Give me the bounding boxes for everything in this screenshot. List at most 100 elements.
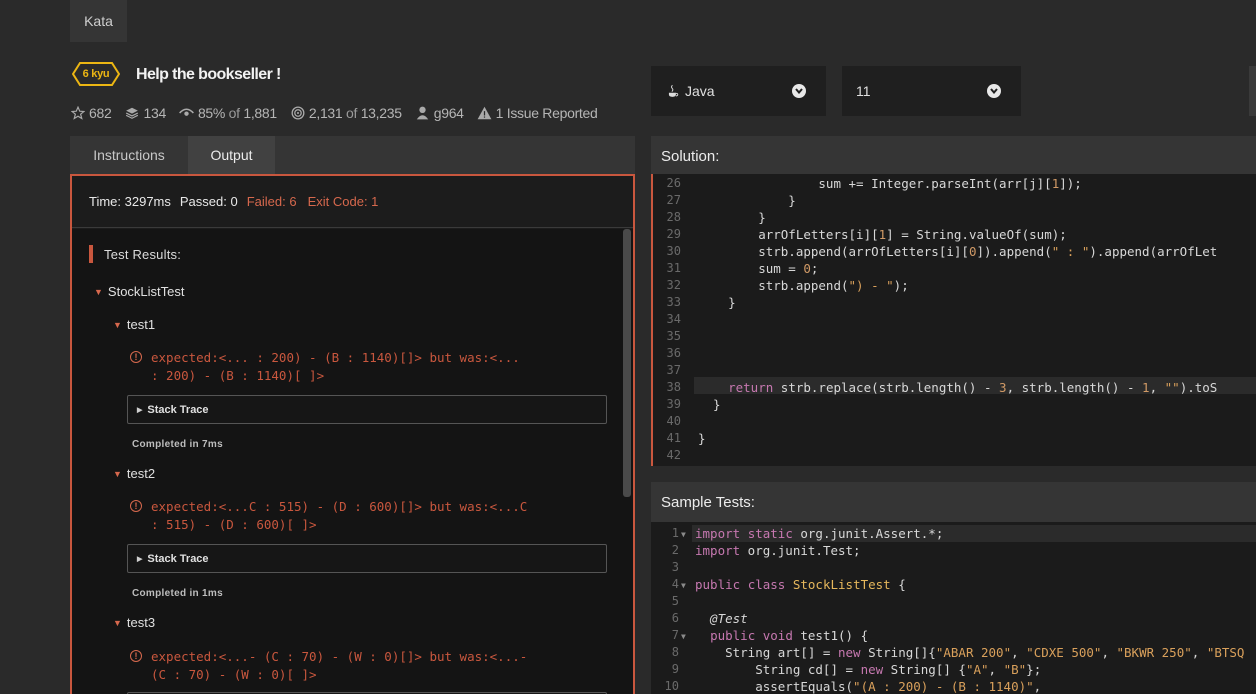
code-line: arrOfLetters[i][1] = String.valueOf(sum)… — [698, 227, 1067, 242]
stack-trace-toggle[interactable]: ▶ Stack Trace — [127, 395, 607, 424]
version-select[interactable]: 11 — [842, 66, 1021, 116]
code-line: } — [698, 193, 796, 208]
line-number: 10 — [664, 679, 679, 693]
version-value: 11 — [856, 83, 871, 99]
line-number: 32 — [666, 278, 681, 292]
test-node-2[interactable]: ▼ test2 — [113, 466, 155, 481]
line-number: 4 — [671, 577, 679, 591]
code-line: String cd[] = new String[] {"A", "B"}; — [695, 662, 1042, 677]
line-number: 42 — [666, 448, 681, 462]
caret-right-icon: ▶ — [137, 555, 143, 563]
test-results: Test Results: ▼ StockListTest ▼ test1 ! … — [72, 229, 633, 694]
stack-icon — [124, 105, 140, 121]
toolbar-button-edge[interactable] — [1249, 66, 1256, 116]
sample-tests-editor[interactable]: 1 2 3 4 5 6 7 8 9 10 ▼ ▼ ▼ import static… — [651, 522, 1256, 694]
satisfaction-pct: 85% — [197, 105, 226, 121]
tab-instructions[interactable]: Instructions — [70, 136, 188, 174]
line-number: 6 — [671, 611, 679, 625]
fold-arrow-icon[interactable]: ▼ — [681, 632, 686, 641]
line-number: 31 — [666, 261, 681, 275]
test-name: test2 — [126, 466, 156, 481]
caret-down-icon: ▼ — [113, 617, 122, 628]
code-line: assertEquals("(A : 200) - (B : 1140)", — [695, 679, 1042, 694]
code-line: strb.append(") - "); — [698, 278, 909, 293]
editor-divider[interactable] — [651, 466, 1256, 482]
line-number: 27 — [666, 193, 681, 207]
test-error-message: expected:<...C : 515) - (D : 600)[]> but… — [151, 498, 601, 534]
author-name: g964 — [433, 105, 464, 121]
code-line: } — [698, 295, 736, 310]
satisfaction-stat: 85% of 1,881 — [179, 105, 277, 121]
completed-count: 2,131 — [308, 105, 343, 121]
solution-title: Solution: — [661, 147, 720, 165]
output-panel: Time: 3297ms Passed: 0 Failed: 6 Exit Co… — [70, 174, 635, 694]
solution-editor[interactable]: 26 27 28 29 30 31 32 33 34 35 36 37 38 3… — [651, 174, 1256, 466]
code-line: strb.append(arrOfLetters[i][0]).append("… — [698, 244, 1218, 259]
caret-down-icon: ▼ — [113, 319, 122, 330]
satisfaction-total: 1,881 — [243, 105, 277, 121]
line-number: 2 — [671, 543, 679, 557]
line-number: 41 — [666, 431, 681, 445]
code-line: import org.junit.Test; — [695, 543, 861, 558]
suite-node[interactable]: ▼ StockListTest — [94, 284, 185, 299]
code-line: String art[] = new String[]{"ABAR 200", … — [695, 645, 1245, 660]
fold-arrow-icon[interactable]: ▼ — [681, 581, 686, 590]
error-icon: ! — [130, 500, 142, 512]
issues-stat[interactable]: 1 Issue Reported — [477, 105, 598, 121]
error-line: : 200) - (B : 1140)[ ]> — [151, 368, 325, 383]
fold-arrow-icon[interactable]: ▼ — [681, 530, 686, 539]
line-number: 38 — [666, 380, 681, 394]
error-icon: ! — [130, 351, 142, 363]
code-line: public void test1() { — [710, 628, 869, 643]
scrollbar[interactable] — [623, 229, 631, 497]
line-number: 40 — [666, 414, 681, 428]
line-number: 9 — [671, 662, 679, 676]
stack-trace-label: Stack Trace — [147, 552, 209, 565]
run-summary: Time: 3297ms Passed: 0 Failed: 6 Exit Co… — [72, 176, 633, 228]
nav-tab-kata[interactable]: Kata — [70, 0, 127, 42]
code-line: sum += Integer.parseInt(arr[j][1]); — [698, 176, 1082, 191]
completed-total: 13,235 — [360, 105, 402, 121]
test-error-message: expected:<... : 200) - (B : 1140)[]> but… — [151, 349, 601, 385]
stars-stat[interactable]: 682 — [70, 105, 112, 121]
stack-trace-toggle[interactable]: ▶ Stack Trace — [127, 544, 607, 573]
tab-output[interactable]: Output — [188, 136, 275, 174]
error-line: (C : 70) - (W : 0)[ ]> — [151, 667, 317, 682]
rank-badge: 6 kyu — [72, 62, 120, 86]
test-duration: Completed in 1ms — [132, 588, 223, 599]
line-gutter: 26 27 28 29 30 31 32 33 34 35 36 37 38 3… — [653, 174, 697, 466]
stack-trace-label: Stack Trace — [147, 403, 209, 416]
code-line: @Test — [695, 611, 748, 626]
line-number: 36 — [666, 346, 681, 360]
line-number: 26 — [666, 176, 681, 190]
error-line: expected:<...C : 515) - (D : 600)[]> but… — [151, 499, 528, 514]
issues-text: 1 Issue Reported — [495, 105, 598, 121]
star-icon — [70, 105, 86, 121]
solution-header: Solution: — [651, 136, 1256, 176]
results-title: Test Results: — [89, 245, 181, 263]
line-gutter: 1 2 3 4 5 6 7 8 9 10 — [651, 522, 695, 694]
code-line: import static org.junit.Assert.*; — [695, 526, 944, 541]
target-icon — [290, 105, 306, 121]
line-number: 5 — [671, 594, 679, 608]
test-node-1[interactable]: ▼ test1 — [113, 317, 155, 332]
test-node-3[interactable]: ▼ test3 — [113, 615, 155, 630]
line-number: 7 — [671, 628, 679, 642]
error-line: expected:<... : 200) - (B : 1140)[]> but… — [151, 350, 520, 365]
rank-label: 6 kyu — [82, 68, 110, 80]
eye-icon — [179, 105, 195, 121]
collections-count: 134 — [143, 105, 166, 121]
line-number: 30 — [666, 244, 681, 258]
language-select[interactable]: Java — [651, 66, 826, 116]
java-icon — [667, 84, 679, 98]
satisfaction-of: of — [228, 105, 240, 121]
caret-down-icon: ▼ — [94, 286, 103, 297]
code-line: } — [698, 431, 706, 446]
author-stat[interactable]: g964 — [415, 105, 464, 121]
collections-stat[interactable]: 134 — [124, 105, 166, 121]
kata-stats: 682 134 85% of 1,881 2,131 of 13,235 g96… — [70, 104, 605, 122]
chevron-down-icon — [792, 84, 806, 98]
test-error-message: expected:<...- (C : 70) - (W : 0)[]> but… — [151, 648, 601, 684]
run-time: Time: 3297ms — [89, 194, 171, 209]
user-icon — [415, 105, 431, 121]
